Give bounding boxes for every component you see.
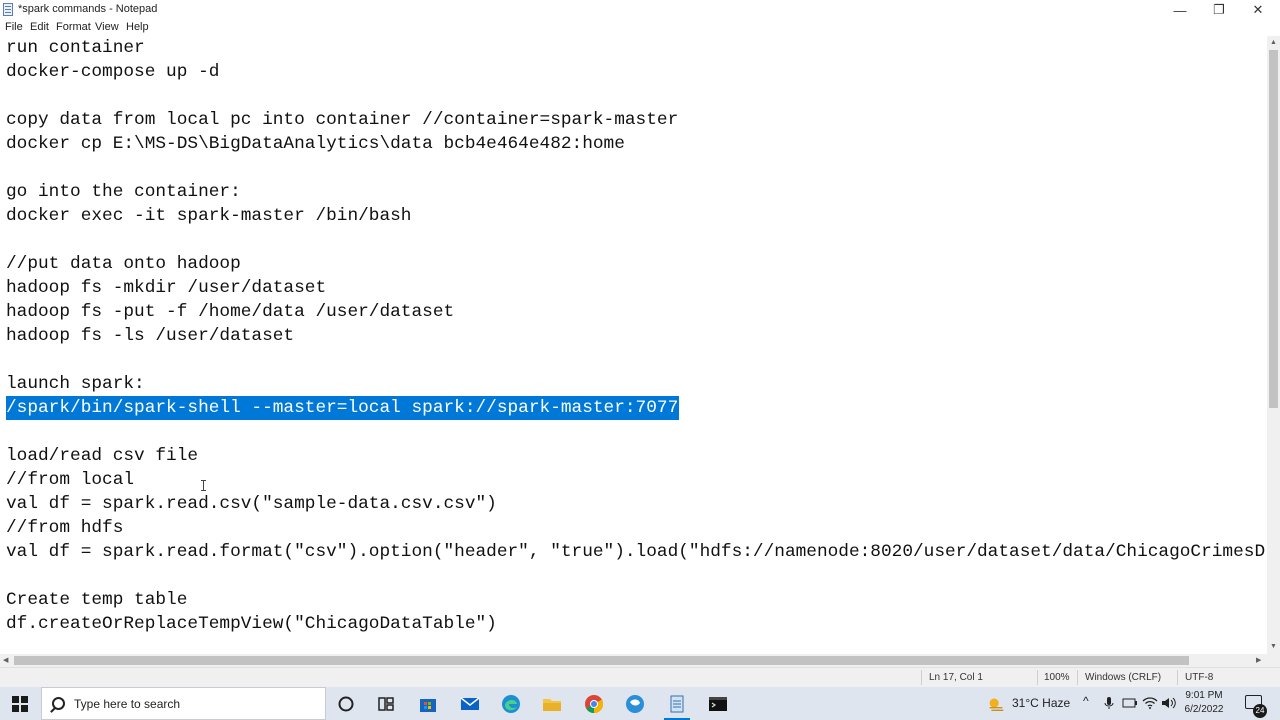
scrollbar-corner [1267,654,1280,667]
mail-icon[interactable] [459,693,481,715]
battery-icon[interactable] [1121,695,1139,711]
text-line[interactable]: load/read csv file [6,444,198,468]
menu-edit[interactable]: Edit [30,21,49,33]
weather-text[interactable]: 31°C Haze [1012,696,1070,710]
chevron-up-icon[interactable]: ^ [1083,694,1089,708]
close-icon: ✕ [1252,2,1264,17]
vertical-scroll-thumb[interactable] [1269,50,1278,408]
minimize-button[interactable]: — [1161,0,1199,20]
status-divider [1077,670,1078,685]
text-line[interactable]: val df = spark.read.csv("sample-data.csv… [6,492,497,516]
terminal-icon[interactable] [707,693,729,715]
text-line[interactable]: //from local [6,468,134,492]
store-icon[interactable] [417,693,439,715]
chrome-icon[interactable] [583,693,605,715]
text-line[interactable]: run container [6,36,145,60]
restore-icon: ❐ [1213,2,1225,17]
minimize-icon: — [1173,2,1187,18]
text-line[interactable]: //put data onto hadoop [6,252,241,276]
maximize-button[interactable]: ❐ [1200,0,1238,20]
search-icon [52,697,65,710]
text-line[interactable]: hadoop fs -mkdir /user/dataset [6,276,326,300]
notepad-app-icon[interactable] [3,3,13,16]
status-divider [1177,670,1178,685]
dbeaver-icon[interactable] [624,693,646,715]
volume-icon[interactable] [1160,695,1178,711]
scroll-left-icon[interactable]: ◀ [3,656,8,666]
menu-file[interactable]: File [5,21,23,33]
status-bar: Ln 17, Col 1 100% Windows (CRLF) UTF-8 [0,667,1280,687]
encoding: UTF-8 [1185,672,1214,683]
window-title: *spark commands - Notepad [18,3,158,15]
text-line[interactable]: go into the container: [6,180,241,204]
text-line[interactable]: val df = spark.read.format("csv").option… [6,540,1265,564]
text-line[interactable]: copy data from local pc into container /… [6,108,678,132]
menu-help[interactable]: Help [126,21,149,33]
edge-icon[interactable] [500,693,522,715]
text-line[interactable]: docker cp E:\MS-DS\BigDataAnalytics\data… [6,132,625,156]
task-view-icon[interactable] [375,693,397,715]
clock-time: 9:01 PM [1185,690,1223,701]
notepad-icon[interactable] [666,693,688,715]
scroll-down-icon[interactable]: ▼ [1270,642,1277,652]
title-bar[interactable]: *spark commands - Notepad — ❐ ✕ [0,0,1280,20]
taskbar-search-box[interactable]: Type here to search [41,687,326,720]
vertical-scrollbar[interactable]: ▲ ▼ [1267,36,1280,654]
clock-date: 6/2/2022 [1184,704,1224,715]
line-ending: Windows (CRLF) [1085,672,1162,683]
menu-format[interactable]: Format [56,21,91,33]
text-line[interactable]: df.createOrReplaceTempView("ChicagoDataT… [6,612,497,636]
close-button[interactable]: ✕ [1239,0,1277,20]
text-line[interactable]: hadoop fs -ls /user/dataset [6,324,294,348]
text-line[interactable]: //from hdfs [6,516,123,540]
status-divider [1037,670,1038,685]
text-line[interactable]: hadoop fs -put -f /home/data /user/datas… [6,300,454,324]
cursor-position: Ln 17, Col 1 [929,672,983,683]
text-editor[interactable]: run container docker-compose up -d copy da… [0,36,1267,654]
zoom-level: 100% [1044,672,1070,683]
wifi-icon[interactable] [1141,695,1159,711]
selected-text-line[interactable]: /spark/bin/spark-shell --master=local sp… [6,396,680,420]
windows-start-icon[interactable] [12,696,28,712]
weather-haze-icon[interactable] [986,694,1006,714]
search-placeholder: Type here to search [74,697,181,711]
mouse-ibeam-cursor [201,480,206,491]
taskbar: Type here to search 31°C Haze ^ 9:01 PM … [0,687,1280,720]
microphone-icon[interactable] [1101,695,1117,711]
horizontal-scroll-thumb[interactable] [14,656,1189,665]
scroll-up-icon[interactable]: ▲ [1270,38,1277,48]
menu-bar: File Edit Format View Help [0,20,1280,36]
text-line[interactable]: Create temp table [6,588,187,612]
cortana-icon[interactable] [335,693,357,715]
text-line[interactable]: launch spark: [6,372,145,396]
status-divider [921,670,922,685]
horizontal-scrollbar[interactable]: ◀ ▶ [0,654,1267,667]
text-line[interactable]: docker exec -it spark-master /bin/bash [6,204,411,228]
file-explorer-icon[interactable] [541,693,563,715]
text-line[interactable]: docker-compose up -d [6,60,219,84]
scroll-right-icon[interactable]: ▶ [1256,656,1261,666]
menu-view[interactable]: View [95,21,119,33]
clock[interactable]: 9:01 PM 6/2/2022 [1180,689,1228,717]
notification-count: 24 [1253,704,1267,718]
